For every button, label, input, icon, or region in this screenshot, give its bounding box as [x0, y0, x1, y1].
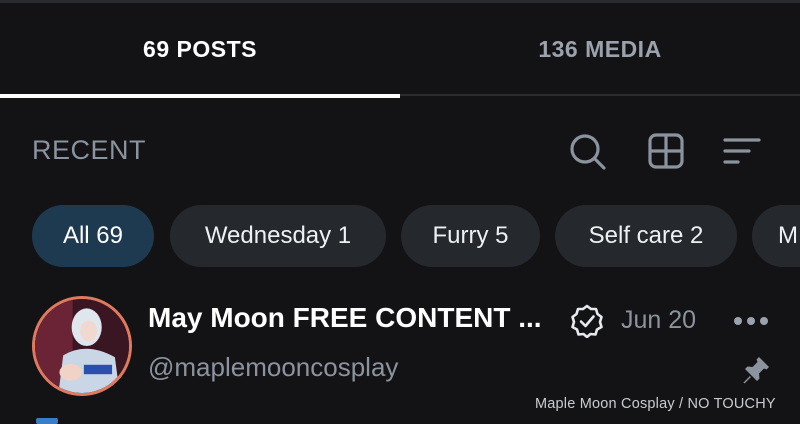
chip-partial[interactable]: M [752, 205, 800, 267]
active-tab-indicator [0, 94, 400, 98]
verified-badge-icon [570, 304, 604, 338]
post-body-preview [36, 418, 58, 424]
tab-media[interactable]: 136 MEDIA [400, 3, 800, 96]
post-item: May Moon FREE CONTENT ... Jun 20 @maplem… [0, 290, 800, 424]
sort-icon[interactable] [722, 131, 762, 171]
tab-bar: 69 POSTS 136 MEDIA [0, 3, 800, 98]
grid-view-icon[interactable] [646, 131, 686, 171]
more-options-icon[interactable] [732, 306, 770, 336]
chip-all[interactable]: All 69 [32, 205, 154, 267]
section-header: RECENT [0, 115, 800, 187]
search-icon[interactable] [567, 131, 607, 171]
watermark-text: Maple Moon Cosplay / NO TOUCHY [535, 396, 776, 412]
section-title: RECENT [32, 135, 147, 165]
chip-furry[interactable]: Furry 5 [401, 205, 540, 267]
chip-self-care[interactable]: Self care 2 [555, 205, 737, 267]
filter-chips: All 69 Wednesday 1 Furry 5 Self care 2 M [0, 205, 800, 267]
post-date[interactable]: Jun 20 [621, 306, 696, 335]
avatar[interactable] [32, 296, 132, 396]
post-author-handle[interactable]: @maplemooncosplay [148, 352, 398, 383]
tab-posts[interactable]: 69 POSTS [0, 3, 400, 96]
pin-icon [740, 354, 772, 386]
chip-wednesday[interactable]: Wednesday 1 [170, 205, 386, 267]
profile-feed: 69 POSTS 136 MEDIA RECENT All 69 Wednesd… [0, 0, 800, 424]
post-author-name[interactable]: May Moon FREE CONTENT ... [148, 302, 558, 334]
